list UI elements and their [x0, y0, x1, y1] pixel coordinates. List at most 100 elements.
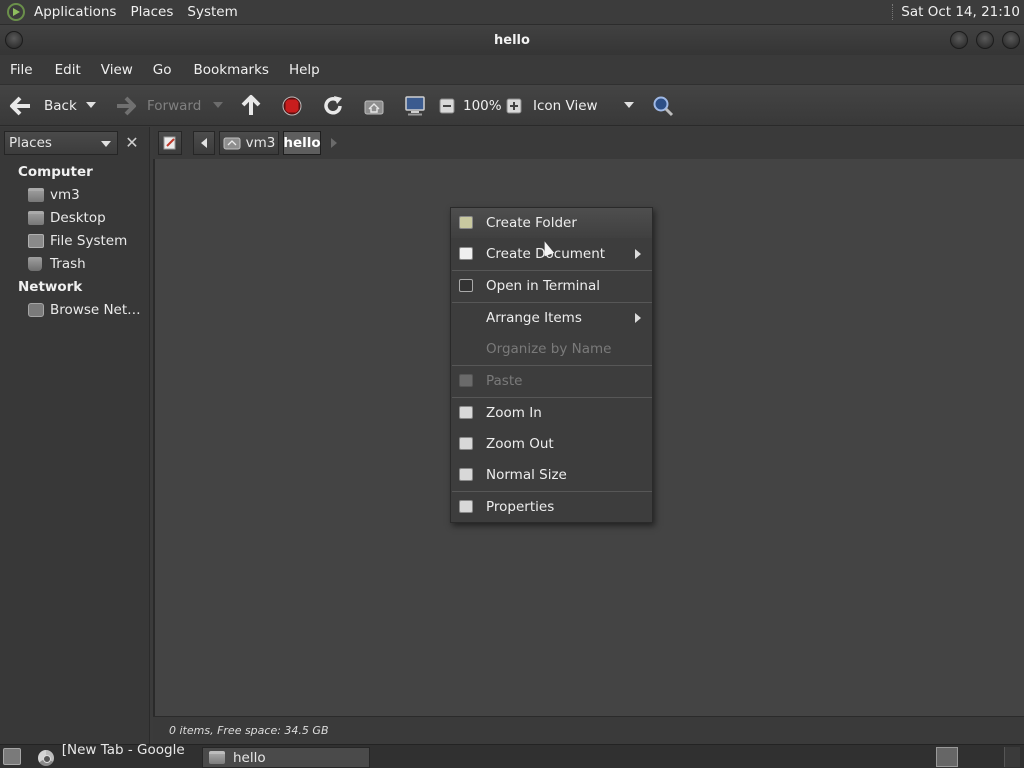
sidebar-item-label: Desktop — [50, 210, 106, 226]
drive-icon — [28, 234, 44, 248]
status-text: 0 items, Free space: 34.5 GB — [169, 724, 329, 737]
zoom-in-icon — [459, 406, 473, 419]
panel-menu-system[interactable]: System — [180, 4, 244, 20]
trash-icon — [28, 257, 42, 271]
side-pane-selector[interactable]: Places — [4, 131, 118, 155]
menu-bookmarks[interactable]: Bookmarks — [187, 62, 276, 78]
menu-item-open-in-terminal[interactable]: Open in Terminal — [451, 271, 652, 301]
chevron-left-icon — [201, 138, 207, 148]
side-pane: Places ✕ Computer vm3 Desktop File Syste… — [0, 127, 150, 744]
menu-go[interactable]: Go — [146, 62, 179, 78]
bottom-panel: [New Tab - Google … hello — [0, 742, 1024, 768]
forward-history-dropdown[interactable] — [213, 102, 223, 108]
maximize-button[interactable] — [976, 31, 994, 49]
paste-icon — [459, 374, 473, 387]
panel-menu-places[interactable]: Places — [123, 4, 180, 20]
sidebar-item-label: Trash — [50, 256, 86, 272]
menu-item-normal-size[interactable]: Normal Size — [451, 460, 652, 490]
menu-edit[interactable]: Edit — [48, 62, 88, 78]
submenu-arrow-icon — [635, 249, 641, 259]
menu-item-label: Properties — [486, 499, 555, 515]
computer-icon — [405, 96, 425, 116]
forward-arrow-icon — [117, 96, 136, 116]
location-bar: vm3 hello — [153, 127, 1024, 159]
menu-help[interactable]: Help — [282, 62, 327, 78]
section-network: Network — [18, 279, 83, 295]
zoom-out-icon — [459, 437, 473, 450]
window-titlebar[interactable]: hello — [0, 25, 1024, 55]
sidebar-item-desktop[interactable]: Desktop — [28, 210, 106, 226]
minimize-button[interactable] — [950, 31, 968, 49]
home-folder-icon — [364, 100, 384, 115]
menu-item-properties[interactable]: Properties — [451, 492, 652, 522]
close-icon[interactable]: ✕ — [122, 133, 142, 153]
home-folder-icon — [28, 188, 44, 202]
document-new-icon — [459, 247, 473, 260]
taskbar-item-label: hello — [233, 749, 266, 766]
breadcrumb-hello[interactable]: hello — [283, 131, 321, 155]
menu-item-zoom-in[interactable]: Zoom In — [451, 398, 652, 428]
zoom-in-button[interactable] — [506, 91, 522, 121]
menu-file[interactable]: File — [3, 62, 40, 78]
back-label: Back — [44, 98, 77, 114]
reload-icon — [324, 96, 342, 115]
breadcrumb-label: vm3 — [245, 135, 276, 151]
breadcrumb-label: hello — [283, 135, 321, 151]
window-menu-button[interactable] — [5, 31, 23, 49]
panel-clock[interactable]: Sat Oct 14, 21:10 — [892, 4, 1020, 20]
menu-item-label: Arrange Items — [486, 310, 582, 326]
zoom-out-button[interactable] — [439, 91, 455, 121]
back-button[interactable]: Back — [8, 91, 77, 121]
toolbar: Back Forward 100% Icon View — [0, 84, 1024, 126]
home-button[interactable] — [363, 91, 385, 121]
menu-item-zoom-out[interactable]: Zoom Out — [451, 429, 652, 459]
menu-item-create-document[interactable]: Create Document — [451, 239, 652, 269]
forward-label: Forward — [147, 98, 202, 114]
sidebar-item-browse-network[interactable]: Browse Net… — [28, 302, 141, 318]
sidebar-item-trash[interactable]: Trash — [28, 256, 86, 272]
menu-item-label: Create Folder — [486, 215, 577, 231]
menu-item-label: Paste — [486, 373, 523, 389]
trash-applet-icon[interactable] — [1004, 747, 1020, 767]
back-history-dropdown[interactable] — [86, 102, 96, 108]
folder-new-icon — [459, 216, 473, 229]
stop-button[interactable] — [282, 91, 302, 121]
breadcrumb-scroll-left[interactable] — [193, 131, 215, 155]
sidebar-item-vm3[interactable]: vm3 — [28, 187, 80, 203]
submenu-arrow-icon — [635, 313, 641, 323]
search-button[interactable] — [652, 91, 674, 121]
taskbar-item-label: [New Tab - Google … — [61, 741, 185, 768]
breadcrumb-scroll-right[interactable] — [331, 138, 337, 148]
breadcrumb-vm3[interactable]: vm3 — [219, 131, 279, 155]
forward-button[interactable]: Forward — [114, 91, 201, 121]
desktop-folder-icon — [28, 211, 44, 225]
panel-menu-applications[interactable]: Applications — [27, 4, 123, 20]
workspace-switcher[interactable] — [936, 747, 958, 767]
toggle-location-entry-button[interactable] — [158, 131, 182, 155]
view-mode-combo[interactable]: Icon View — [533, 91, 598, 121]
stop-icon — [282, 96, 302, 116]
up-button[interactable] — [240, 91, 262, 121]
show-desktop-button[interactable] — [3, 748, 21, 765]
menu-item-paste[interactable]: Paste — [451, 366, 652, 396]
sidebar-item-label: vm3 — [50, 187, 80, 203]
close-window-button[interactable] — [1002, 31, 1020, 49]
distro-logo-icon[interactable] — [7, 3, 25, 21]
menu-item-label: Zoom In — [486, 405, 542, 421]
menu-view[interactable]: View — [94, 62, 140, 78]
chevron-down-icon — [101, 141, 111, 147]
menu-item-organize-by-name[interactable]: Organize by Name — [451, 334, 652, 364]
taskbar-item-hello[interactable]: hello — [202, 747, 370, 768]
home-folder-icon — [223, 137, 241, 150]
terminal-icon — [459, 279, 473, 292]
view-mode-dropdown-icon[interactable] — [624, 102, 634, 108]
taskbar-item-chrome[interactable]: [New Tab - Google … — [32, 742, 200, 768]
reload-button[interactable] — [322, 91, 344, 121]
menu-item-create-folder[interactable]: Create Folder — [451, 208, 652, 238]
zoom-level[interactable]: 100% — [463, 91, 502, 121]
menu-item-label: Open in Terminal — [486, 278, 600, 294]
sidebar-item-file-system[interactable]: File System — [28, 233, 127, 249]
status-bar: 0 items, Free space: 34.5 GB — [153, 716, 1024, 744]
menu-item-arrange-items[interactable]: Arrange Items — [451, 303, 652, 333]
computer-button[interactable] — [404, 91, 426, 121]
